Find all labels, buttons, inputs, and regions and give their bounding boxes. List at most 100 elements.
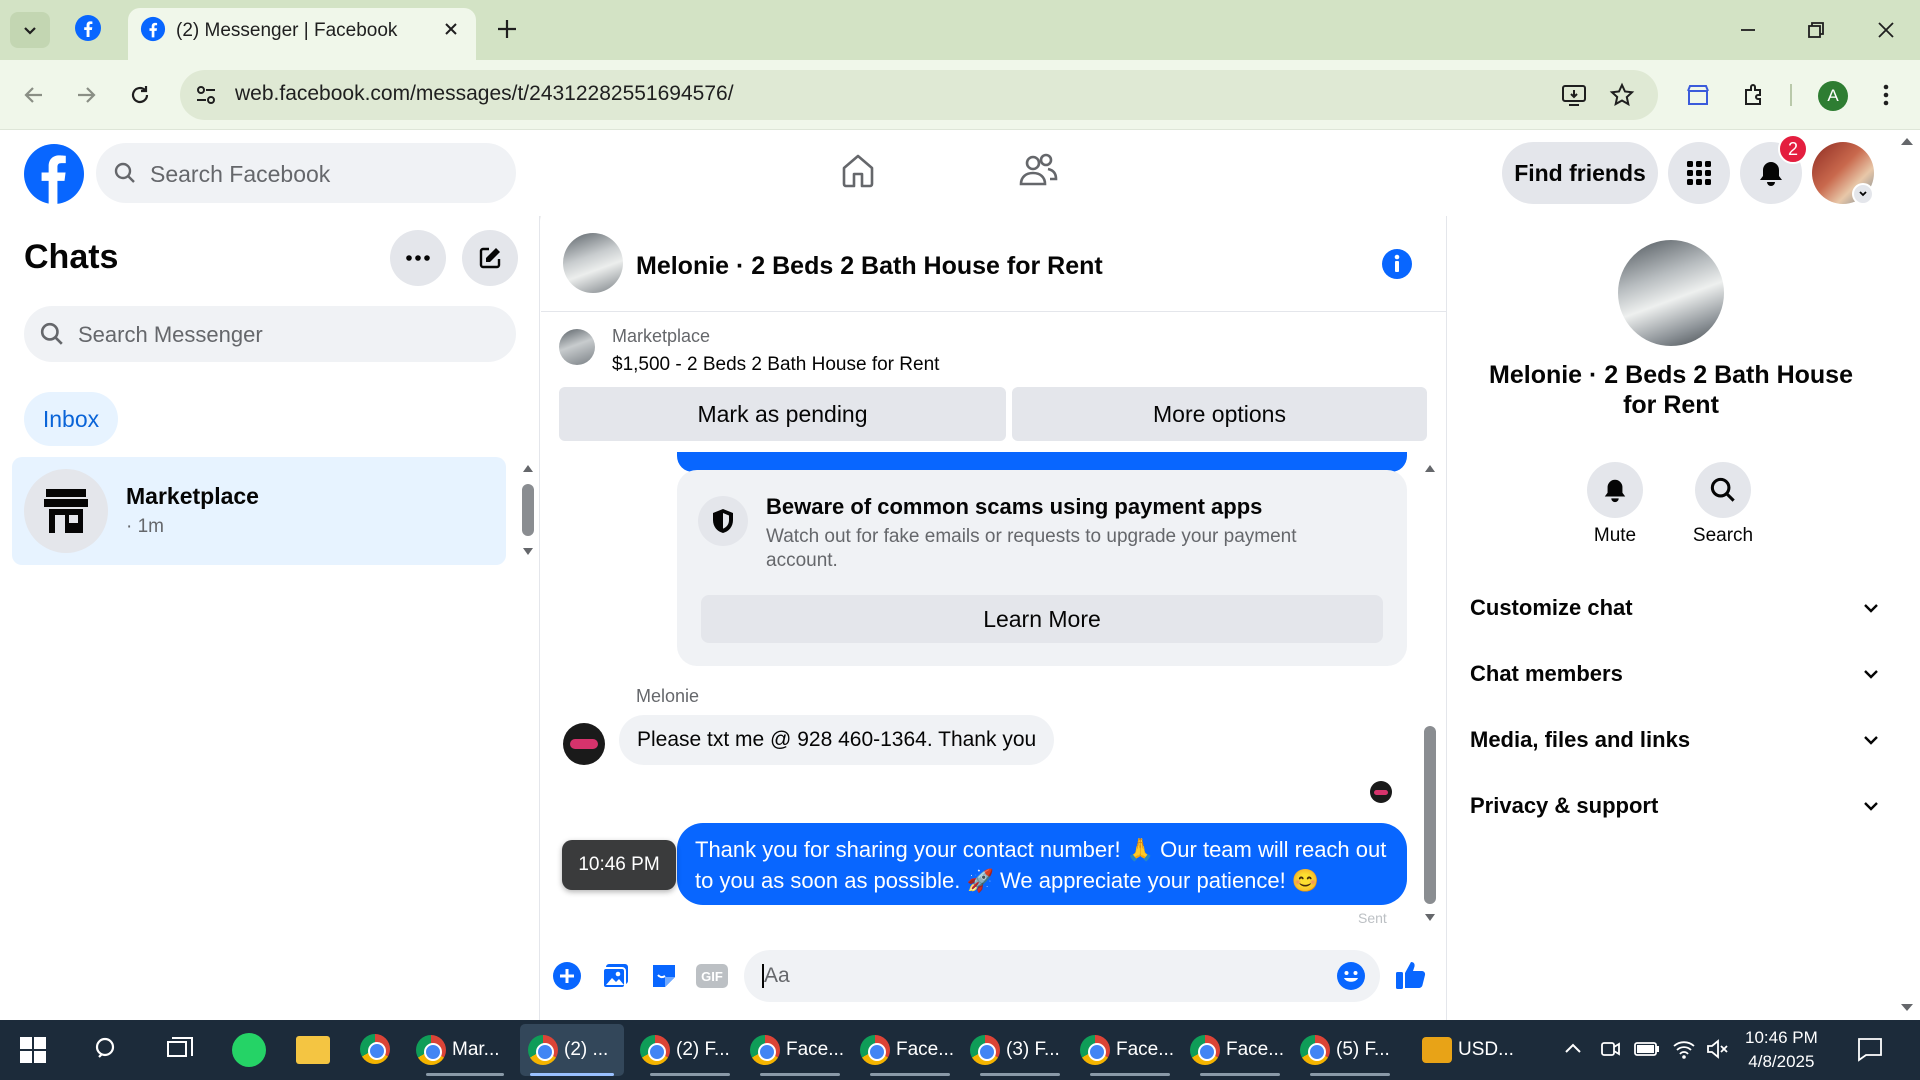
url-text[interactable]: web.facebook.com/messages/t/243122825516… xyxy=(235,82,734,106)
storefront-icon xyxy=(44,489,88,533)
wifi-icon[interactable] xyxy=(1672,1038,1696,1060)
extensions-puzzle-icon[interactable] xyxy=(1736,77,1772,113)
media-files-links-row[interactable]: Media, files and links xyxy=(1470,720,1880,760)
outgoing-message[interactable]: Thank you for sharing your contact numbe… xyxy=(677,823,1407,905)
info-icon[interactable] xyxy=(1382,249,1412,279)
notification-center-icon[interactable] xyxy=(1856,1036,1884,1062)
message-input[interactable] xyxy=(744,950,1380,1002)
file-explorer-icon[interactable] xyxy=(296,1036,330,1064)
currency-widget[interactable]: USD... xyxy=(1422,1024,1542,1076)
volume-muted-icon[interactable] xyxy=(1706,1038,1730,1060)
menu-grid-button[interactable] xyxy=(1668,142,1730,204)
shield-icon-wrap xyxy=(698,496,748,546)
incoming-message[interactable]: Please txt me @ 928 460-1364. Thank you xyxy=(619,715,1055,765)
running-indicator xyxy=(650,1073,730,1076)
mark-as-pending-button[interactable]: Mark as pending xyxy=(559,387,1006,441)
taskbar-app-5[interactable]: Face... xyxy=(860,1024,960,1076)
close-window-icon[interactable] xyxy=(1866,12,1906,48)
shield-icon xyxy=(713,509,733,533)
tab-close-icon[interactable] xyxy=(442,20,460,38)
reload-icon[interactable] xyxy=(122,77,158,113)
taskbar-app-7[interactable]: Face... xyxy=(1080,1024,1180,1076)
chat-avatar[interactable] xyxy=(563,233,623,293)
listing-text[interactable]: $1,500 - 2 Beds 2 Bath House for Rent xyxy=(612,354,939,376)
account-chevron-icon[interactable] xyxy=(1852,183,1874,205)
restore-icon[interactable] xyxy=(1796,12,1836,48)
taskbar-app-9[interactable]: (5) F... xyxy=(1300,1024,1400,1076)
new-tab-icon[interactable] xyxy=(494,16,520,42)
sender-avatar[interactable] xyxy=(563,723,605,765)
chat-scrollbar-thumb[interactable] xyxy=(1424,726,1436,904)
search-label: Search xyxy=(1692,525,1754,546)
taskbar-app-6[interactable]: (3) F... xyxy=(970,1024,1070,1076)
add-attachment-icon[interactable] xyxy=(552,961,582,991)
taskbar-app-1[interactable]: Mar... xyxy=(416,1024,514,1076)
chrome-icon xyxy=(416,1035,446,1065)
scroll-down-arrow-icon[interactable] xyxy=(522,547,534,557)
bell-icon xyxy=(1604,479,1626,503)
store-extension-icon[interactable] xyxy=(1680,77,1716,113)
details-avatar[interactable] xyxy=(1618,240,1724,346)
customize-chat-row[interactable]: Customize chat xyxy=(1470,588,1880,628)
left-scrollbar-thumb[interactable] xyxy=(522,484,534,536)
thumbs-up-icon[interactable] xyxy=(1394,958,1428,992)
chrome-taskbar-icon[interactable] xyxy=(360,1034,390,1064)
site-info-icon[interactable] xyxy=(194,83,218,107)
task-view-icon[interactable] xyxy=(166,1036,194,1062)
battery-icon[interactable] xyxy=(1634,1040,1660,1058)
new-message-button[interactable] xyxy=(462,230,518,286)
details-title: Melonie · 2 Beds 2 Bath House for Rent xyxy=(1489,361,1853,419)
taskbar-app-3[interactable]: (2) F... xyxy=(640,1024,740,1076)
toolbar-divider xyxy=(1790,84,1792,106)
more-options-button[interactable]: More options xyxy=(1012,387,1427,441)
tab-search-button[interactable] xyxy=(10,12,50,48)
chat-members-row[interactable]: Chat members xyxy=(1470,654,1880,694)
currency-label: USD... xyxy=(1458,1039,1514,1060)
privacy-support-row[interactable]: Privacy & support xyxy=(1470,786,1880,826)
compose-icon xyxy=(479,247,501,269)
learn-more-button[interactable]: Learn More xyxy=(701,595,1383,643)
chats-options-button[interactable] xyxy=(390,230,446,286)
taskbar-search-icon[interactable] xyxy=(94,1036,120,1062)
bell-icon xyxy=(1760,162,1782,186)
forward-icon[interactable] xyxy=(68,77,104,113)
chat-scroll-down-icon[interactable] xyxy=(1424,913,1436,923)
install-app-icon[interactable] xyxy=(1556,77,1592,113)
scroll-up-arrow-icon[interactable] xyxy=(522,463,534,473)
back-icon[interactable] xyxy=(16,77,52,113)
sticker-icon[interactable] xyxy=(649,961,679,991)
meet-now-icon[interactable] xyxy=(1600,1038,1620,1060)
gif-icon[interactable]: GIF xyxy=(696,964,728,988)
find-friends-button[interactable]: Find friends xyxy=(1502,142,1658,204)
whatsapp-icon[interactable] xyxy=(232,1033,266,1067)
chrome-icon xyxy=(528,1035,558,1065)
tab-facebook-inactive[interactable] xyxy=(74,14,102,42)
taskbar-app-4[interactable]: Face... xyxy=(750,1024,850,1076)
system-clock[interactable]: 10:46 PM 4/8/2025 xyxy=(1745,1026,1818,1074)
minimize-icon[interactable] xyxy=(1728,12,1768,48)
taskbar-app-label: (5) F... xyxy=(1336,1039,1390,1060)
tray-chevron-up-icon[interactable] xyxy=(1564,1041,1582,1055)
facebook-logo-icon[interactable] xyxy=(24,144,84,204)
mute-button[interactable] xyxy=(1587,462,1643,518)
chrome-menu-icon[interactable] xyxy=(1868,77,1904,113)
emoji-icon[interactable] xyxy=(1336,961,1366,991)
taskbar-app-8[interactable]: Face... xyxy=(1190,1024,1290,1076)
chat-title[interactable]: Melonie · 2 Beds 2 Bath House for Rent xyxy=(636,252,1103,281)
chevron-down-icon xyxy=(1864,670,1878,679)
page-scroll-up-icon[interactable] xyxy=(1900,136,1914,146)
friends-icon[interactable] xyxy=(1018,150,1058,190)
profile-avatar[interactable]: A xyxy=(1818,81,1848,111)
read-receipt-avatar xyxy=(1370,781,1392,803)
photo-icon[interactable] xyxy=(601,961,631,991)
chat-scroll-up-icon[interactable] xyxy=(1424,463,1436,473)
windows-start-icon[interactable] xyxy=(20,1037,46,1063)
facebook-icon xyxy=(75,15,101,41)
search-conversation-button[interactable] xyxy=(1695,462,1751,518)
page-scroll-down-icon[interactable] xyxy=(1900,1003,1914,1013)
inbox-tab[interactable]: Inbox xyxy=(24,392,118,446)
taskbar-app-2-active[interactable]: (2) ... xyxy=(520,1024,624,1076)
chevron-down-icon xyxy=(24,27,36,35)
home-icon[interactable] xyxy=(838,150,878,190)
bookmark-star-icon[interactable] xyxy=(1604,77,1640,113)
